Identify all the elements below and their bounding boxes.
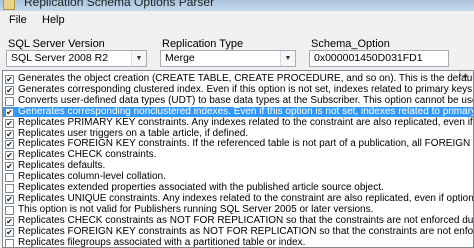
chevron-down-icon[interactable]: ▼	[131, 51, 146, 66]
option-label: Replicates PRIMARY KEY constraints. Any …	[18, 116, 473, 128]
option-label: Replicates filegroups associated with a …	[18, 236, 306, 248]
option-row[interactable]: Converts user-defined data types (UDT) t…	[3, 94, 473, 106]
option-row[interactable]: ✔ Replicates defaults.	[3, 160, 473, 172]
option-checkbox[interactable]: ✔	[5, 151, 14, 161]
option-checkbox[interactable]: ✔	[5, 140, 14, 150]
option-checkbox[interactable]: ✔	[5, 75, 14, 84]
option-checkbox[interactable]: ✔	[5, 85, 14, 95]
server-version-value: SQL Server 2008 R2	[11, 52, 109, 64]
option-checkbox[interactable]	[5, 184, 14, 193]
option-row[interactable]: ✔ Generates corresponding clustered index…	[3, 83, 473, 95]
app-icon	[3, 0, 15, 10]
option-label: Replicates UNIQUE constraints. Any index…	[18, 192, 474, 204]
replication-type-label: Replication Type	[162, 38, 244, 50]
option-checkbox[interactable]	[5, 96, 14, 106]
option-label: Replicates FOREIGN KEY constraints as NO…	[18, 225, 474, 237]
server-version-label: SQL Server Version	[8, 38, 105, 50]
option-label: Replicates column-level collation.	[18, 171, 166, 183]
option-label: Generates the object creation (CREATE TA…	[18, 73, 473, 84]
option-label: This option is not valid for Publishers …	[18, 203, 374, 215]
chevron-down-icon[interactable]: ▼	[280, 51, 295, 66]
option-checkbox[interactable]: ✔	[5, 118, 14, 128]
option-label: Replicates CHECK constraints as NOT FOR …	[18, 214, 474, 226]
option-row[interactable]: This option is not valid for Publishers …	[3, 203, 473, 215]
window-title: Replication Schema Options Parser	[24, 0, 215, 9]
option-row[interactable]: Replicates extended properties associate…	[3, 182, 473, 193]
schema-option-input[interactable]: 0x000001450D031FD1	[309, 50, 449, 67]
option-row[interactable]: ✔ Generates corresponding nonclustered in…	[3, 105, 474, 117]
option-row[interactable]: ✔ Replicates FOREIGN KEY constraints. If …	[3, 138, 473, 150]
replication-type-value: Merge	[165, 52, 195, 64]
option-checkbox[interactable]: ✔	[5, 129, 14, 139]
option-label: Replicates FOREIGN KEY constraints. If t…	[18, 138, 473, 150]
menu-file[interactable]: File	[9, 14, 27, 26]
server-version-select[interactable]: SQL Server 2008 R2 ▼	[6, 50, 147, 67]
option-row[interactable]: ✔ Replicates CHECK constraints.	[3, 149, 473, 161]
option-label: Converts user-defined data types (UDT) t…	[18, 94, 473, 106]
schema-option-label: Schema_Option	[311, 38, 390, 50]
option-checkbox[interactable]: ✔	[5, 194, 14, 204]
option-row[interactable]: ✔ Replicates PRIMARY KEY constraints. Any…	[3, 116, 473, 128]
option-checkbox[interactable]: ✔	[5, 227, 14, 237]
option-row[interactable]: Replicates filegroups associated with a …	[3, 236, 473, 248]
option-label: Replicates user triggers on a table arti…	[18, 127, 249, 139]
option-checkbox[interactable]	[5, 205, 14, 215]
option-label: Generates corresponding nonclustered ind…	[18, 105, 474, 117]
option-label: Replicates defaults.	[18, 160, 106, 172]
option-row[interactable]: ✔ Replicates FOREIGN KEY constraints as N…	[3, 225, 474, 237]
option-checkbox[interactable]: ✔	[5, 216, 14, 226]
menu-bar: File Help	[0, 11, 474, 30]
option-label: Generates corresponding clustered index.…	[18, 83, 473, 95]
menu-help[interactable]: Help	[42, 14, 65, 26]
option-label: Replicates extended properties associate…	[18, 182, 384, 193]
schema-options-list[interactable]: ▲ ✔ Generates the object creation (CREATE…	[2, 70, 474, 248]
schema-option-value: 0x000001450D031FD1	[314, 52, 423, 64]
option-checkbox[interactable]: ✔	[5, 162, 14, 172]
option-row[interactable]: ✔ Replicates CHECK constraints as NOT FOR…	[3, 214, 474, 226]
title-bar: Replication Schema Options Parser	[0, 0, 474, 11]
replication-type-select[interactable]: Merge ▼	[160, 50, 296, 67]
option-checkbox[interactable]	[5, 238, 14, 247]
option-label: Replicates CHECK constraints.	[18, 149, 157, 161]
option-row[interactable]: ✔ Generates the object creation (CREATE T…	[3, 73, 473, 84]
option-row[interactable]: ✔ Replicates UNIQUE constraints. Any inde…	[3, 192, 474, 204]
option-checkbox[interactable]: ✔	[5, 107, 14, 117]
option-row[interactable]: Replicates column-level collation.	[3, 171, 473, 183]
option-checkbox[interactable]	[5, 173, 14, 183]
option-row[interactable]: ✔ Replicates user triggers on a table art…	[3, 127, 473, 139]
